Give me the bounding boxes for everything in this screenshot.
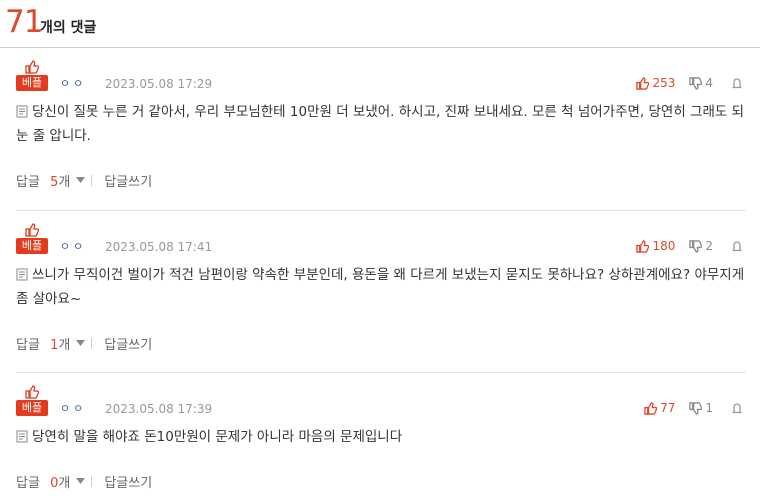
- comment-body: 당신이 질못 누른 거 같아서, 우리 부모님한테 10만원 더 보냈어. 하시…: [16, 100, 746, 148]
- reply-bar: 답글 1개 답글쓰기: [16, 333, 152, 353]
- document-icon: [16, 268, 28, 281]
- thumbs-up-icon: [636, 239, 650, 253]
- write-reply-button[interactable]: 답글쓰기: [104, 472, 152, 491]
- dislike-count: 1: [705, 401, 713, 415]
- like-count: 77: [660, 401, 676, 415]
- dislike-count: 2: [705, 239, 713, 253]
- dislike-count: 4: [705, 76, 713, 90]
- comment-count-label: 개의 댓글: [40, 20, 97, 36]
- divider: [91, 475, 93, 487]
- like-button[interactable]: 77: [644, 401, 675, 415]
- comment-body: 당연히 말을 해야죠 돈10만원이 문제가 아니라 마음의 문제입니다: [16, 425, 746, 449]
- comment-date: 2023.05.08 17:41: [105, 240, 213, 254]
- comment-actions: 253 4: [622, 73, 746, 93]
- comments-header: 71 개의 댓글: [0, 0, 760, 48]
- comment-text: 당연히 말을 해야죠 돈10만원이 문제가 아니라 마음의 문제입니다: [32, 429, 403, 445]
- siren-icon: [732, 78, 742, 89]
- comment-author[interactable]: ㅇㅇ: [60, 76, 86, 92]
- reply-label: 답글: [16, 174, 40, 190]
- best-tag: 베플: [16, 400, 48, 416]
- divider: [91, 337, 93, 349]
- report-button[interactable]: [731, 402, 746, 414]
- reply-label: 답글: [16, 337, 40, 353]
- siren-icon: [732, 241, 742, 252]
- comment-item: 베플 ㅇㅇ 2023.05.08 17:39 77 1 당연히 말을 해야죠 돈…: [16, 385, 746, 503]
- best-tag: 베플: [16, 75, 48, 91]
- caret-down-icon[interactable]: [76, 177, 86, 183]
- dislike-button[interactable]: 2: [689, 239, 713, 253]
- caret-down-icon[interactable]: [76, 340, 86, 346]
- reply-unit: 개: [58, 337, 71, 353]
- reply-bar: 답글 0개 답글쓰기: [16, 471, 152, 491]
- dislike-button[interactable]: 4: [689, 76, 713, 90]
- best-tag: 베플: [16, 238, 48, 254]
- best-comment-badge: 베플: [16, 223, 48, 255]
- comment-text: 당신이 질못 누른 거 같아서, 우리 부모님한테 10만원 더 보냈어. 하시…: [16, 104, 745, 144]
- reply-toggle[interactable]: 답글 5개: [16, 171, 70, 190]
- dislike-button[interactable]: 1: [689, 401, 713, 415]
- report-button[interactable]: [731, 77, 746, 89]
- comment-actions: 180 2: [622, 236, 746, 256]
- comment-item: 베플 ㅇㅇ 2023.05.08 17:29 253 4 당신이 질못 누른 거…: [16, 60, 746, 211]
- like-count: 253: [652, 76, 676, 90]
- reply-label: 답글: [16, 475, 40, 491]
- thumbs-up-icon: [644, 401, 658, 415]
- thumbs-down-icon: [689, 239, 703, 253]
- best-comment-badge: 베플: [16, 385, 48, 417]
- reply-unit: 개: [58, 475, 71, 491]
- like-button[interactable]: 180: [636, 239, 675, 253]
- report-button[interactable]: [731, 240, 746, 252]
- write-reply-button[interactable]: 답글쓰기: [104, 334, 152, 353]
- comment-text: 쓰니가 무직이건 벌이가 적건 남편이랑 약속한 부분인데, 용돈을 왜 다르게…: [16, 267, 745, 307]
- reply-toggle[interactable]: 답글 1개: [16, 334, 70, 353]
- comment-count: 71: [5, 4, 43, 40]
- comment-author[interactable]: ㅇㅇ: [60, 401, 86, 417]
- comment-body: 쓰니가 무직이건 벌이가 적건 남편이랑 약속한 부분인데, 용돈을 왜 다르게…: [16, 263, 746, 311]
- best-comment-badge: 베플: [16, 60, 48, 92]
- comment-author[interactable]: ㅇㅇ: [60, 239, 86, 255]
- thumbs-up-icon: [25, 385, 39, 399]
- comment-item: 베플 ㅇㅇ 2023.05.08 17:41 180 2 쓰니가 무직이건 벌이…: [16, 223, 746, 373]
- document-icon: [16, 105, 28, 118]
- write-reply-button[interactable]: 답글쓰기: [104, 171, 152, 190]
- thumbs-up-icon: [25, 223, 39, 237]
- like-count: 180: [652, 239, 676, 253]
- like-button[interactable]: 253: [636, 76, 675, 90]
- thumbs-up-icon: [25, 60, 39, 74]
- thumbs-down-icon: [689, 401, 703, 415]
- divider: [91, 174, 93, 186]
- siren-icon: [732, 403, 742, 414]
- thumbs-up-icon: [636, 76, 650, 90]
- reply-toggle[interactable]: 답글 0개: [16, 472, 70, 491]
- comment-date: 2023.05.08 17:39: [105, 402, 213, 416]
- comment-actions: 77 1: [630, 398, 746, 418]
- reply-unit: 개: [58, 174, 71, 190]
- comment-date: 2023.05.08 17:29: [105, 77, 213, 91]
- caret-down-icon[interactable]: [76, 478, 86, 484]
- thumbs-down-icon: [689, 76, 703, 90]
- document-icon: [16, 430, 28, 443]
- reply-bar: 답글 5개 답글쓰기: [16, 170, 152, 190]
